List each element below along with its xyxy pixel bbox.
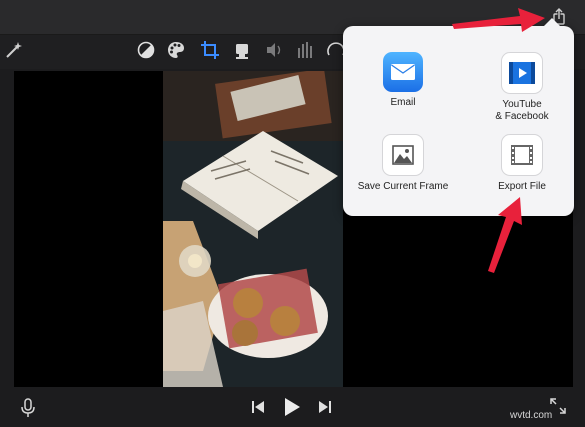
book-and-cookies-photo bbox=[163, 71, 343, 387]
save-frame-icon bbox=[382, 134, 424, 176]
annotation-arrow-right bbox=[452, 8, 545, 32]
skip-back-icon[interactable] bbox=[250, 399, 266, 415]
share-option-label: Save Current Frame bbox=[357, 181, 449, 192]
video-frame-image bbox=[163, 71, 343, 387]
palette-icon[interactable] bbox=[166, 40, 186, 60]
youtube-facebook-icon bbox=[501, 52, 543, 94]
stabilize-icon[interactable] bbox=[232, 40, 252, 60]
magic-wand-icon[interactable] bbox=[4, 40, 24, 60]
annotation-arrow-up bbox=[488, 197, 522, 273]
share-option-label: Email bbox=[390, 97, 416, 108]
share-option-label: Export File bbox=[498, 181, 546, 192]
volume-icon[interactable] bbox=[264, 40, 284, 60]
email-icon bbox=[383, 52, 423, 92]
share-export-file-option[interactable]: Export File bbox=[467, 134, 577, 193]
playback-bar bbox=[0, 388, 585, 427]
share-option-label: YouTube & Facebook bbox=[495, 99, 549, 122]
watermark: wvtd.com bbox=[510, 410, 553, 421]
play-icon[interactable] bbox=[281, 396, 303, 418]
export-file-icon bbox=[501, 134, 543, 176]
crop-icon[interactable] bbox=[200, 40, 220, 60]
microphone-icon[interactable] bbox=[18, 397, 38, 419]
equalizer-icon[interactable] bbox=[296, 40, 316, 60]
share-popover: Email YouTube & Facebook Save Current Fr… bbox=[343, 18, 577, 216]
skip-forward-icon[interactable] bbox=[317, 399, 333, 415]
share-save-frame-option[interactable]: Save Current Frame bbox=[348, 134, 458, 193]
color-balance-icon[interactable] bbox=[136, 40, 156, 60]
share-email-option[interactable]: Email bbox=[348, 52, 458, 109]
share-youtube-facebook-option[interactable]: YouTube & Facebook bbox=[467, 52, 577, 123]
